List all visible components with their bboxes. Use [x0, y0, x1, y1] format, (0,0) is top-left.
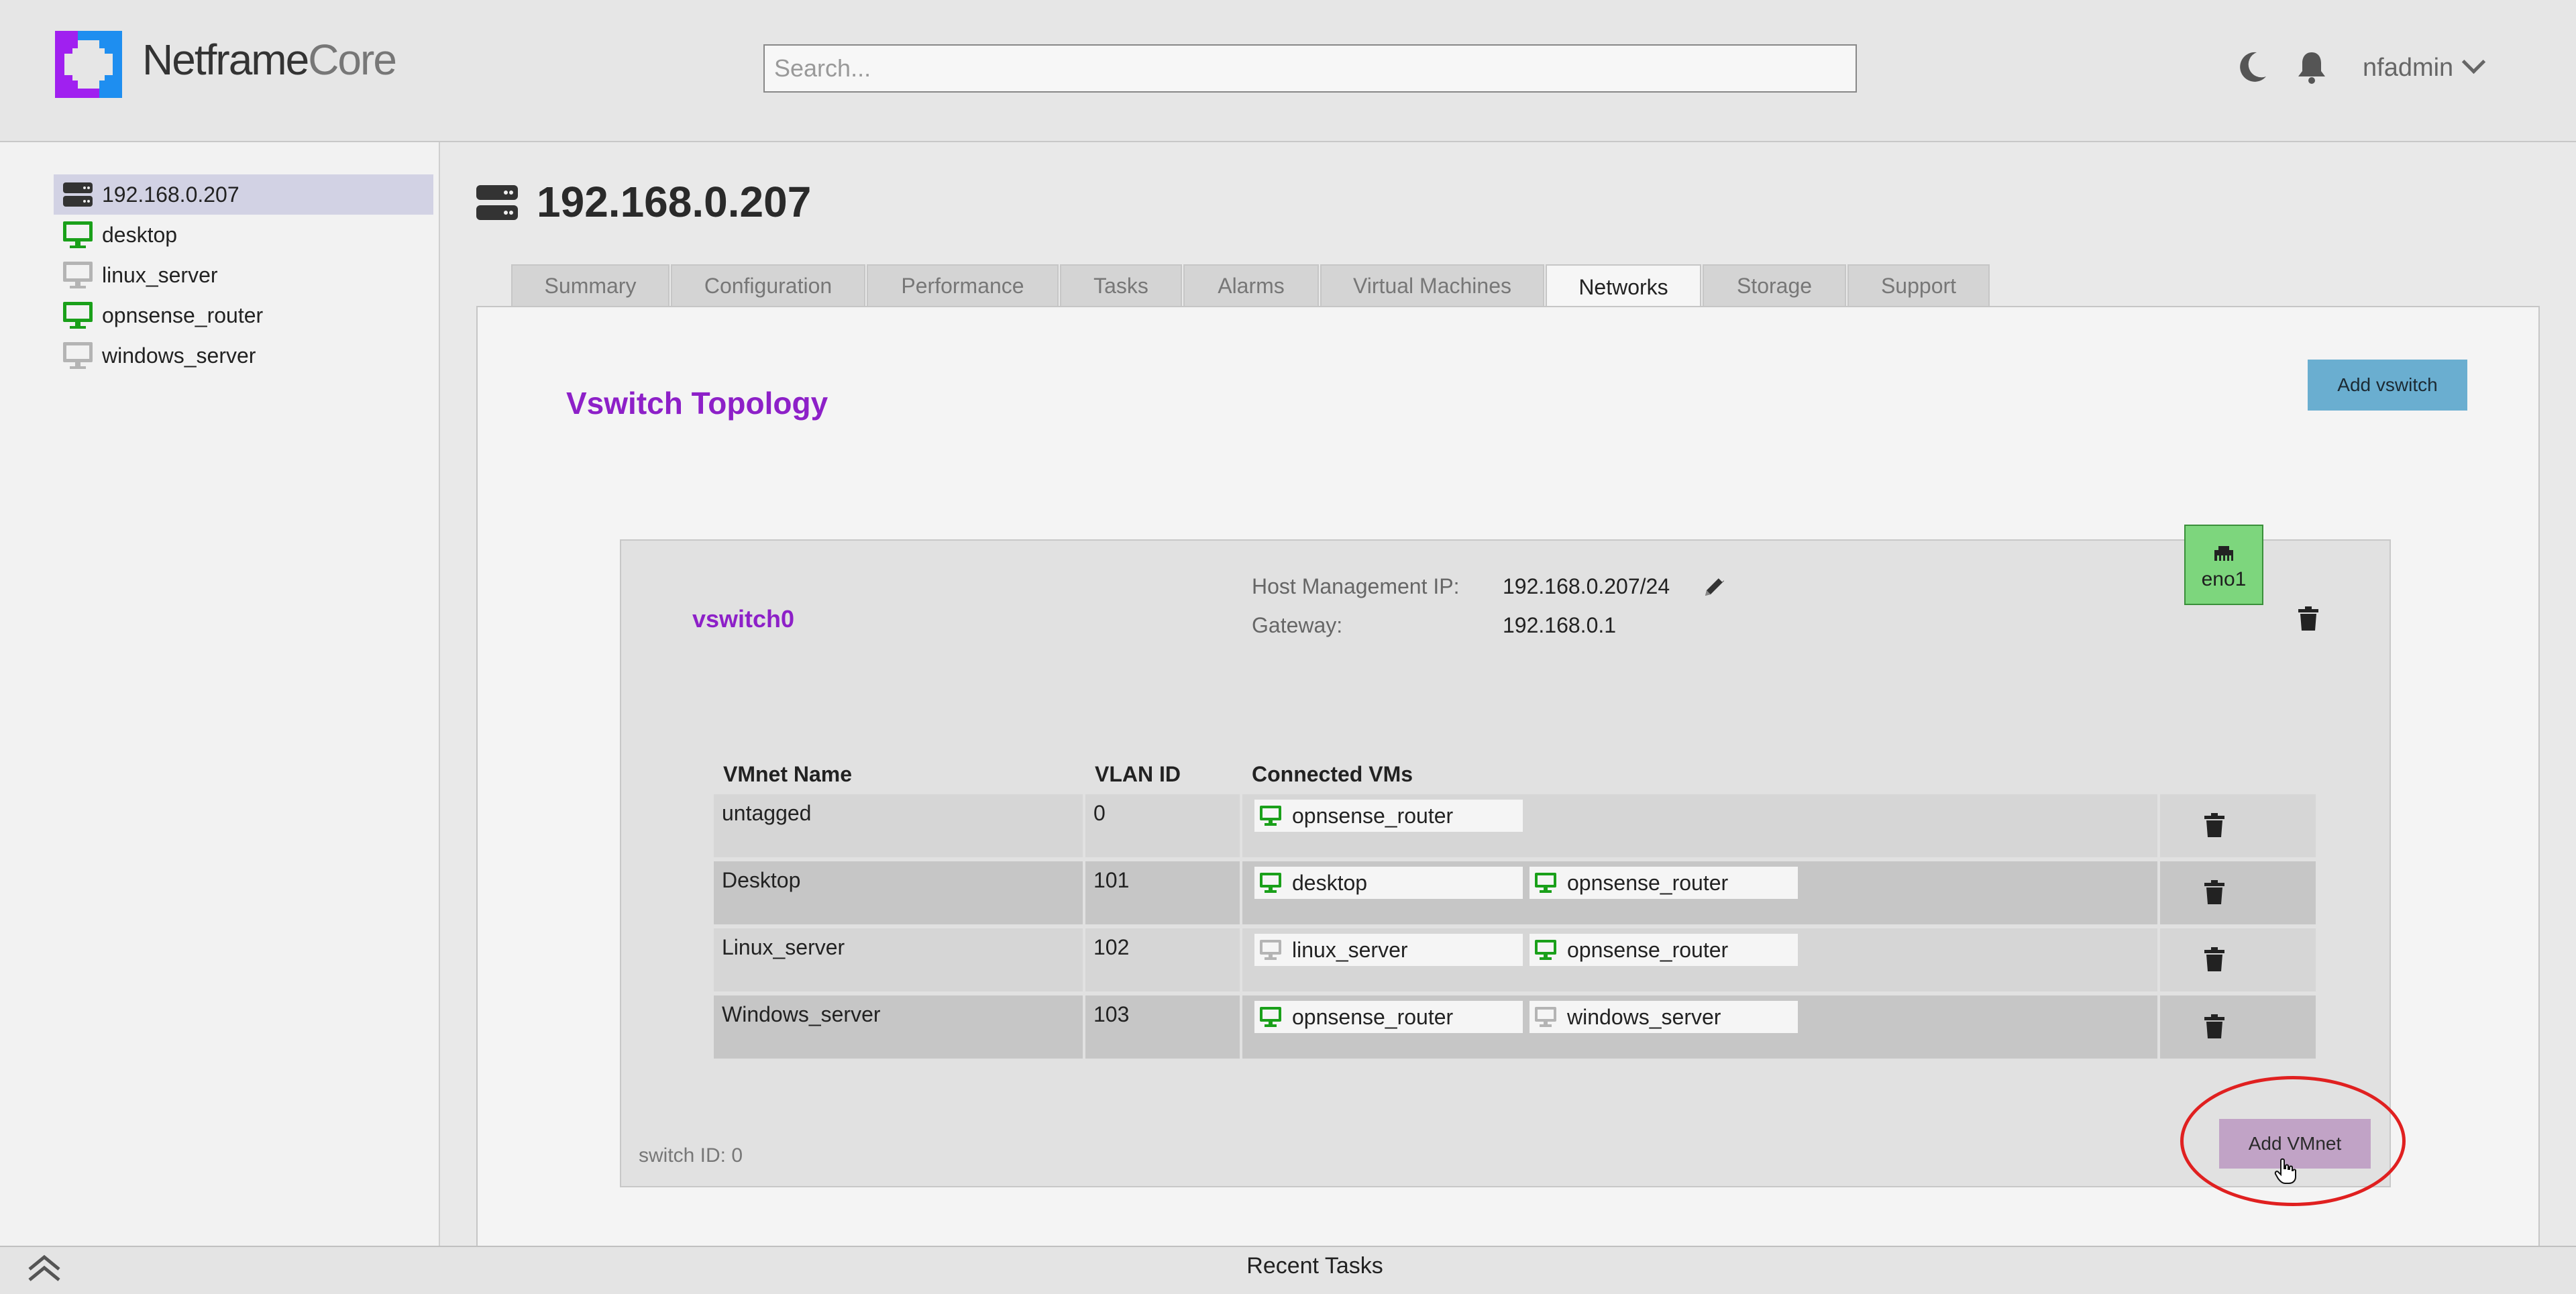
- vm-chip-label: linux_server: [1292, 937, 1408, 962]
- vm-chip-opnsense-router[interactable]: opnsense_router: [1254, 1001, 1523, 1033]
- section-title: Vswitch Topology: [566, 386, 828, 421]
- dark-mode-moon-icon[interactable]: [2233, 48, 2270, 86]
- vlan-id-cell: 103: [1085, 995, 1240, 1059]
- nic-name: eno1: [2201, 568, 2247, 590]
- monitor-icon: [1260, 873, 1281, 893]
- vm-chip-linux-server[interactable]: linux_server: [1254, 934, 1523, 966]
- sidebar-item-label: opnsense_router: [102, 303, 264, 327]
- tab-alarms[interactable]: Alarms: [1183, 264, 1319, 306]
- sidebar-item-opnsense-router[interactable]: opnsense_router: [54, 295, 433, 335]
- vmnet-name-cell: untagged: [714, 794, 1083, 857]
- server-icon: [476, 185, 518, 220]
- edit-pencil-icon[interactable]: [1701, 573, 1728, 600]
- mgmt-ip-value: 192.168.0.207/24: [1503, 574, 1670, 598]
- gateway-value: 192.168.0.1: [1503, 613, 1617, 637]
- vm-chip-windows-server[interactable]: windows_server: [1529, 1001, 1798, 1033]
- vm-chip-label: windows_server: [1567, 1004, 1721, 1029]
- sidebar-item-windows-server[interactable]: windows_server: [54, 335, 433, 376]
- netframe-logo[interactable]: [55, 31, 122, 98]
- column-header-connected-vms: Connected VMs: [1252, 762, 1413, 786]
- sidebar-item-label: 192.168.0.207: [102, 182, 239, 207]
- notifications-bell-icon[interactable]: [2293, 48, 2330, 86]
- sidebar-item-host[interactable]: 192.168.0.207: [54, 174, 433, 215]
- tab-performance[interactable]: Performance: [867, 264, 1059, 306]
- page-title: 192.168.0.207: [537, 178, 812, 226]
- gateway-label: Gateway:: [1252, 613, 1343, 637]
- actions-cell: [2160, 861, 2316, 924]
- user-menu[interactable]: nfadmin: [2363, 50, 2486, 83]
- tab-configuration[interactable]: Configuration: [671, 264, 865, 306]
- vm-chip-label: opnsense_router: [1292, 803, 1454, 828]
- vswitch-name: vswitch0: [692, 605, 795, 633]
- actions-cell: [2160, 794, 2316, 857]
- physical-nic[interactable]: eno1: [2184, 525, 2263, 605]
- delete-vmnet-trash-icon[interactable]: [2203, 1013, 2226, 1040]
- ethernet-port-icon: [2214, 546, 2233, 561]
- monitor-icon: [1535, 873, 1556, 893]
- monitor-icon: [1260, 1007, 1281, 1027]
- vmnet-name-cell: Desktop: [714, 861, 1083, 924]
- monitor-icon: [63, 302, 93, 329]
- switch-id-label: switch ID: 0: [639, 1144, 743, 1167]
- tab-networks[interactable]: Networks: [1546, 264, 1701, 309]
- tab-virtual-machines[interactable]: Virtual Machines: [1320, 264, 1544, 306]
- vm-chip-opnsense-router[interactable]: opnsense_router: [1254, 800, 1523, 832]
- mgmt-ip-label: Host Management IP:: [1252, 574, 1460, 598]
- hand-cursor-icon: [2274, 1158, 2296, 1184]
- sidebar-item-desktop[interactable]: desktop: [54, 215, 433, 255]
- tab-summary[interactable]: Summary: [511, 264, 669, 306]
- vmnet-name-cell: Linux_server: [714, 928, 1083, 991]
- sidebar-item-label: linux_server: [102, 262, 218, 287]
- vlan-id-cell: 0: [1085, 794, 1240, 857]
- monitor-icon: [1535, 1007, 1556, 1027]
- monitor-icon: [63, 262, 93, 288]
- tab-tasks[interactable]: Tasks: [1060, 264, 1182, 306]
- vm-chip-label: opnsense_router: [1292, 1004, 1454, 1029]
- delete-vmnet-trash-icon[interactable]: [2203, 812, 2226, 839]
- monitor-icon: [1260, 940, 1281, 960]
- monitor-icon: [1535, 940, 1556, 960]
- column-header-vlan-id: VLAN ID: [1095, 762, 1181, 786]
- vm-chip-label: opnsense_router: [1567, 870, 1729, 895]
- username: nfadmin: [2363, 54, 2454, 82]
- column-header-vmnet-name: VMnet Name: [723, 762, 853, 786]
- tab-storage[interactable]: Storage: [1703, 264, 1846, 306]
- monitor-icon: [63, 342, 93, 369]
- vm-chip-opnsense-router[interactable]: opnsense_router: [1529, 867, 1798, 899]
- delete-vmnet-trash-icon[interactable]: [2203, 879, 2226, 906]
- monitor-icon: [1260, 806, 1281, 826]
- vmnet-name-cell: Windows_server: [714, 995, 1083, 1059]
- sidebar-item-label: desktop: [102, 222, 178, 247]
- brand-secondary: Core: [308, 36, 397, 84]
- actions-cell: [2160, 928, 2316, 991]
- chevron-down-icon: [2462, 50, 2486, 74]
- vm-chip-desktop[interactable]: desktop: [1254, 867, 1523, 899]
- actions-cell: [2160, 995, 2316, 1059]
- vm-chip-label: opnsense_router: [1567, 937, 1729, 962]
- tab-support[interactable]: Support: [1847, 264, 1990, 306]
- vlan-id-cell: 102: [1085, 928, 1240, 991]
- brand-primary: Netframe: [142, 36, 309, 84]
- vm-chip-opnsense-router[interactable]: opnsense_router: [1529, 934, 1798, 966]
- add-vswitch-button[interactable]: Add vswitch: [2308, 360, 2467, 411]
- recent-tasks-label[interactable]: Recent Tasks: [0, 1253, 2576, 1279]
- vlan-id-cell: 101: [1085, 861, 1240, 924]
- delete-vmnet-trash-icon[interactable]: [2203, 946, 2226, 973]
- server-icon: [63, 182, 93, 207]
- delete-vswitch-trash-icon[interactable]: [2297, 605, 2320, 632]
- sidebar-item-linux-server[interactable]: linux_server: [54, 255, 433, 295]
- monitor-icon: [63, 221, 93, 248]
- brand-name: NetframeCore: [142, 35, 397, 85]
- sidebar-item-label: windows_server: [102, 343, 256, 368]
- search-input[interactable]: [763, 44, 1857, 93]
- vm-chip-label: desktop: [1292, 870, 1368, 895]
